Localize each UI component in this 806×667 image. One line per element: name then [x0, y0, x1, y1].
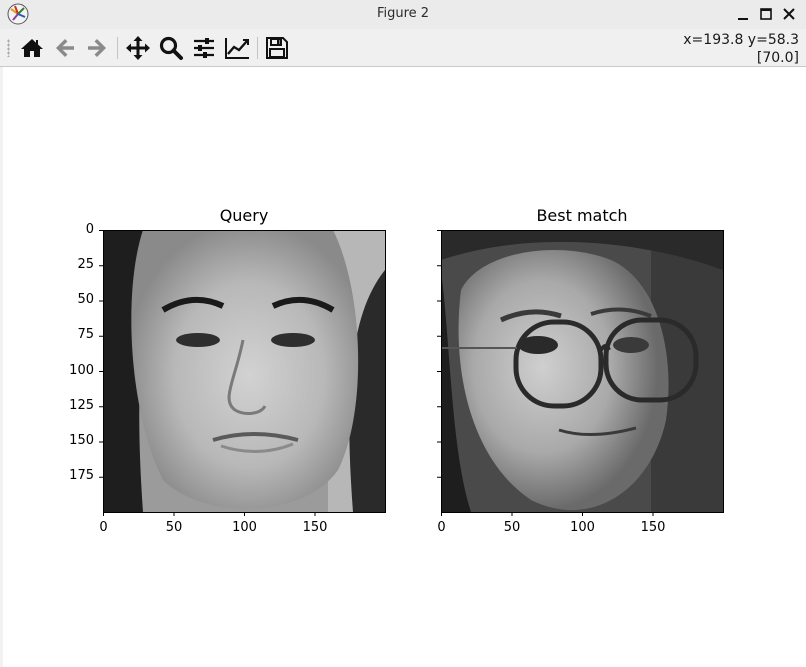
- y-tick-label: 100: [69, 362, 94, 378]
- y-tick-label: 25: [77, 256, 94, 272]
- y-tick-label: 150: [69, 433, 94, 448]
- y-tick-label: 75: [77, 327, 94, 343]
- x-tick-label: 50: [165, 520, 183, 535]
- y-tick-label: 50: [77, 292, 94, 307]
- x-tick-label: 0: [437, 520, 446, 535]
- y-tick-label: 175: [69, 468, 94, 484]
- x-tick-label: 150: [640, 520, 666, 535]
- x-tick-label: 150: [302, 520, 328, 535]
- y-tick-label: 125: [69, 397, 94, 413]
- y-tick-label: 0: [85, 221, 94, 237]
- x-tick-label: 50: [503, 520, 521, 535]
- x-tick-label: 0: [99, 520, 108, 535]
- axes-frame: [103, 230, 386, 513]
- axes-overlay: [99, 230, 724, 516]
- axes-frame: [441, 230, 724, 513]
- x-tick-label: 100: [232, 520, 257, 535]
- x-tick-label: 100: [570, 520, 595, 535]
